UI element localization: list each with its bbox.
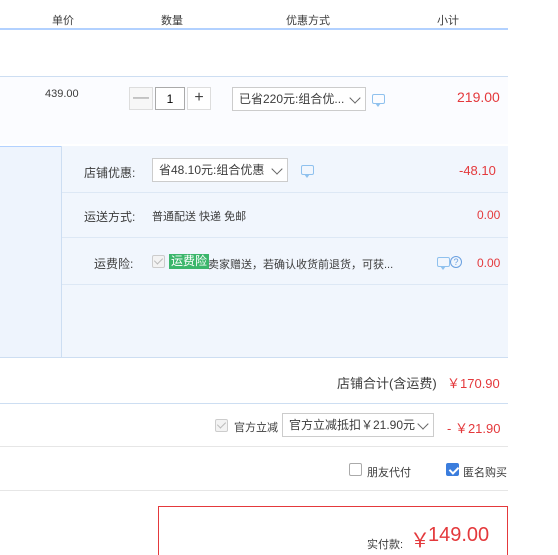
shipping-amount: 0.00 <box>477 208 501 222</box>
decrease-quantity-button[interactable]: — <box>129 87 153 110</box>
friend-pay-label: 朋友代付 <box>367 467 411 479</box>
header-quantity: 数量 <box>161 15 183 27</box>
divider <box>0 403 508 404</box>
chevron-down-icon <box>271 163 283 175</box>
chevron-down-icon <box>349 92 361 104</box>
quantity-input[interactable] <box>155 87 185 110</box>
unit-price: 439.00 <box>45 88 79 100</box>
divider <box>0 490 508 491</box>
divider <box>0 446 508 447</box>
divider <box>62 192 508 193</box>
divider <box>0 357 508 358</box>
item-discount-value: 已省220元:组合优... <box>239 92 345 106</box>
divider <box>62 284 508 285</box>
shop-discount-value: 省48.10元:组合优惠 <box>159 163 265 177</box>
chevron-down-icon <box>417 418 429 430</box>
payment-label: 实付款: <box>367 539 404 551</box>
insurance-checkbox[interactable] <box>152 255 165 268</box>
header-discount: 优惠方式 <box>286 15 330 27</box>
quantity-stepper: — + <box>129 87 211 110</box>
shop-section-left <box>0 146 62 358</box>
shop-discount-select[interactable]: 省48.10元:组合优惠 <box>152 158 288 182</box>
item-subtotal: 219.00 <box>457 89 500 105</box>
order-table-header: 单价 数量 优惠方式 小计 <box>0 0 508 30</box>
official-discount-select[interactable]: 官方立减抵扣￥21.90元 <box>282 413 434 437</box>
official-discount-checkbox[interactable] <box>215 419 228 432</box>
official-discount-value: 官方立减抵扣￥21.90元 <box>289 418 416 432</box>
shop-discount-label: 店铺优惠: <box>84 166 136 180</box>
item-discount-select[interactable]: 已省220元:组合优... <box>232 87 366 111</box>
shipping-method: 普通配送 快递 免邮 <box>152 211 247 223</box>
anonymous-label: 匿名购买 <box>463 467 507 479</box>
payment-amount: 149.00 <box>428 524 490 546</box>
shop-total-label: 店铺合计(含运费) <box>337 376 437 391</box>
header-unit-price: 单价 <box>52 15 74 27</box>
message-icon[interactable] <box>301 165 314 178</box>
divider <box>62 237 508 238</box>
shipping-label: 运送方式: <box>84 210 136 224</box>
official-discount-amount: - ￥21.90 <box>447 421 501 436</box>
insurance-badge: 运费险 <box>169 254 210 269</box>
message-icon[interactable] <box>437 257 450 270</box>
insurance-label: 运费险: <box>94 257 134 271</box>
payment-currency: ￥ <box>410 530 430 552</box>
anonymous-checkbox[interactable] <box>446 463 459 476</box>
friend-pay-checkbox[interactable] <box>349 463 362 476</box>
insurance-text: 卖家赠送，若确认收货前退货，可获... <box>208 259 394 271</box>
official-discount-label: 官方立减 <box>234 422 278 434</box>
message-icon[interactable] <box>372 94 385 107</box>
shop-discount-amount: -48.10 <box>459 163 496 178</box>
shop-total-amount: ￥170.90 <box>447 376 500 391</box>
increase-quantity-button[interactable]: + <box>187 87 211 110</box>
insurance-amount: 0.00 <box>477 256 501 270</box>
help-icon[interactable]: ? <box>450 256 462 268</box>
header-subtotal: 小计 <box>437 15 459 27</box>
